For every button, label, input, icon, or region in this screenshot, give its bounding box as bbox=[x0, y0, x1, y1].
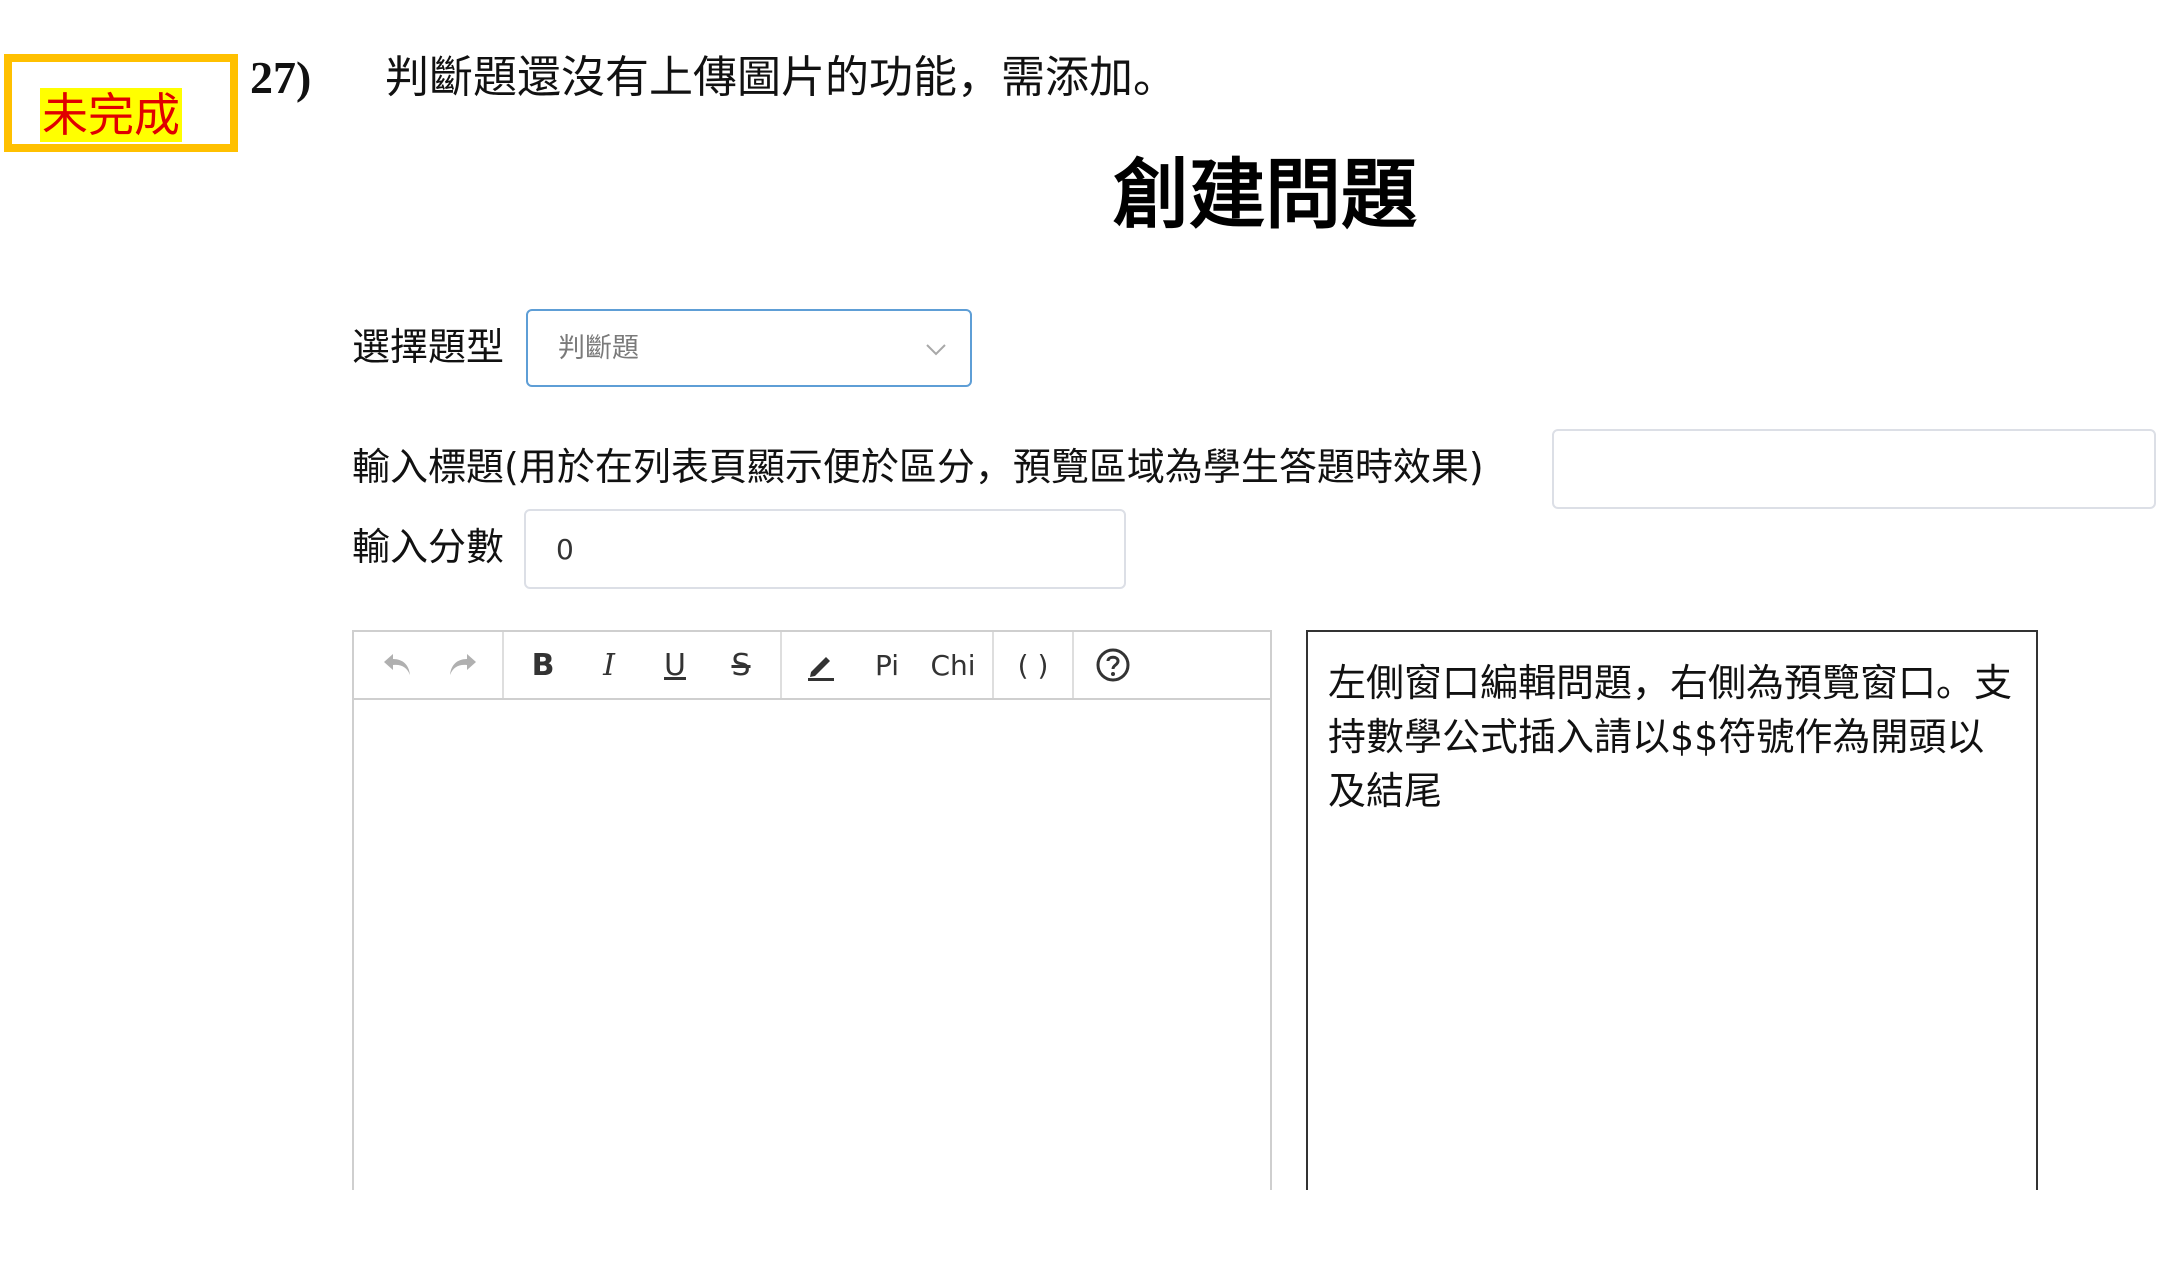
preview-text: 左側窗口編輯問題，右側為預覽窗口。支持數學公式插入請以$$符號作為開頭以及結尾 bbox=[1328, 661, 2013, 813]
undo-icon bbox=[384, 654, 410, 675]
title-field-label: 輸入標題(用於在列表頁顯示便於區分，預覽區域為學生答題時效果) bbox=[352, 445, 1484, 489]
italic-button[interactable]: I bbox=[576, 637, 642, 693]
toolbar-divider bbox=[780, 632, 782, 698]
score-input[interactable] bbox=[524, 509, 1126, 589]
editor-content-area[interactable] bbox=[354, 700, 1270, 1190]
note-text: 判斷題還沒有上傳圖片的功能，需添加。 bbox=[385, 52, 1177, 103]
redo-icon bbox=[450, 654, 476, 675]
help-icon bbox=[1096, 648, 1130, 682]
status-box: 未完成 bbox=[4, 54, 238, 152]
editor-toolbar: B I U S Pi Chi ( ) bbox=[354, 632, 1270, 700]
question-type-select[interactable]: 判斷題 bbox=[526, 309, 972, 387]
underline-button[interactable]: U bbox=[642, 637, 708, 693]
title-input[interactable] bbox=[1552, 429, 2156, 509]
note-number: 27) bbox=[250, 52, 312, 103]
status-label: 未完成 bbox=[40, 88, 182, 142]
question-type-label: 選擇題型 bbox=[352, 325, 505, 369]
page-title: 創建問題 bbox=[1113, 150, 1417, 239]
question-editor: B I U S Pi Chi ( ) bbox=[352, 630, 1272, 1190]
toolbar-divider bbox=[502, 632, 504, 698]
question-type-value: 判斷題 bbox=[558, 333, 639, 364]
pen-icon bbox=[808, 657, 834, 681]
pi-button[interactable]: Pi bbox=[854, 637, 920, 693]
preview-panel: 左側窗口編輯問題，右側為預覽窗口。支持數學公式插入請以$$符號作為開頭以及結尾 bbox=[1306, 630, 2038, 1190]
redo-button[interactable] bbox=[430, 637, 496, 693]
bold-button[interactable]: B bbox=[510, 637, 576, 693]
chevron-down-icon bbox=[924, 337, 948, 365]
toolbar-divider bbox=[1072, 632, 1074, 698]
chi-button[interactable]: Chi bbox=[920, 637, 986, 693]
help-button[interactable] bbox=[1080, 637, 1146, 693]
toolbar-divider bbox=[992, 632, 994, 698]
parentheses-button[interactable]: ( ) bbox=[1000, 637, 1066, 693]
score-field-label: 輸入分數 bbox=[352, 525, 505, 569]
undo-button[interactable] bbox=[364, 637, 430, 693]
strikethrough-button[interactable]: S bbox=[708, 637, 774, 693]
pen-button[interactable] bbox=[788, 637, 854, 693]
